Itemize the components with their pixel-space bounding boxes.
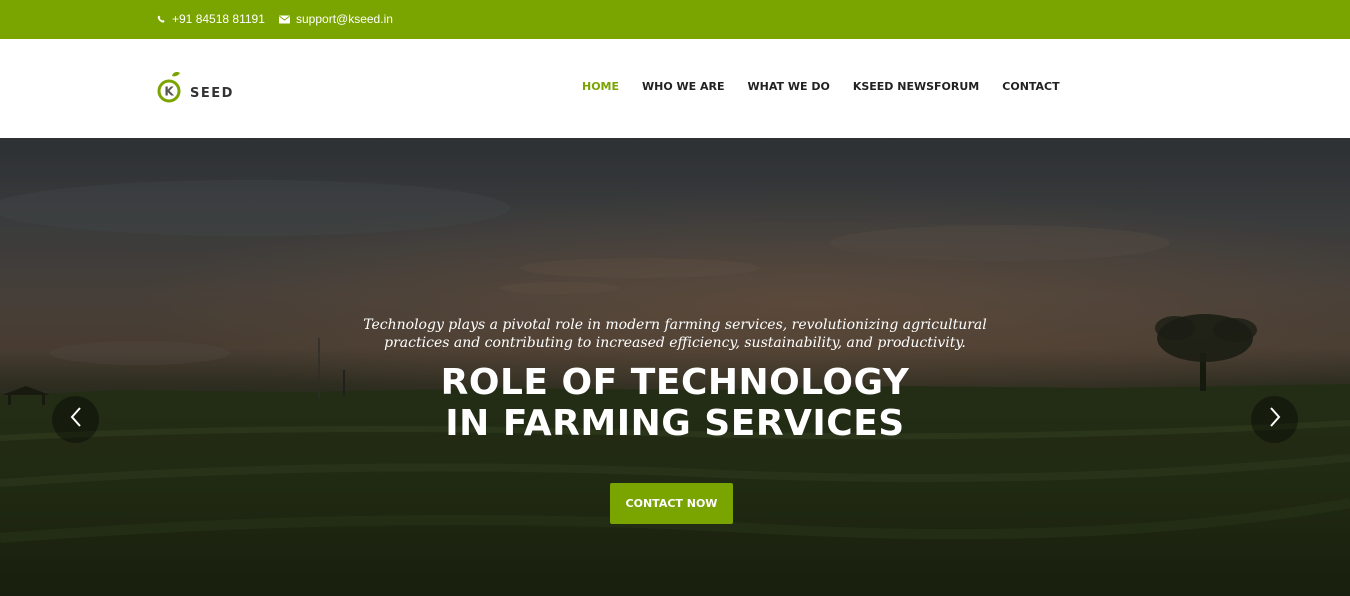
hero-headline: ROLE OF TECHNOLOGY IN FARMING SERVICES [325, 362, 1025, 444]
slider-prev-button[interactable] [52, 396, 99, 443]
slider-next-button[interactable] [1251, 396, 1298, 443]
hero-tagline-line-1: Technology plays a pivotal role in moder… [363, 317, 987, 333]
chevron-right-icon [1269, 407, 1281, 432]
nav-who-we-are[interactable]: WHO WE ARE [642, 80, 725, 93]
hero-tagline: Technology plays a pivotal role in moder… [325, 316, 1025, 352]
phone-contact[interactable]: +91 84518 81191 [157, 12, 265, 26]
hero-tagline-line-2: practices and contributing to increased … [384, 335, 966, 351]
email-address: support@kseed.in [296, 12, 393, 26]
phone-icon [157, 15, 166, 24]
hero-slider: Technology plays a pivotal role in moder… [0, 138, 1350, 596]
site-header: K SEED HOME WHO WE ARE WHAT WE DO KSEED … [0, 39, 1350, 138]
phone-number: +91 84518 81191 [172, 12, 265, 26]
nav-home[interactable]: HOME [582, 80, 619, 93]
top-contact-bar: +91 84518 81191 support@kseed.in [0, 0, 1350, 39]
logo-mark-letter: K [164, 85, 174, 99]
main-nav: HOME WHO WE ARE WHAT WE DO KSEED NEWSFOR… [582, 80, 1083, 93]
leaf-k-logo-icon: K [156, 72, 185, 109]
hero-headline-line-1: ROLE OF TECHNOLOGY [440, 362, 910, 403]
site-logo[interactable]: K SEED [156, 72, 234, 109]
logo-wordmark: SEED [190, 85, 234, 101]
contact-now-button[interactable]: CONTACT NOW [610, 483, 733, 524]
chevron-left-icon [70, 407, 82, 432]
email-contact[interactable]: support@kseed.in [279, 12, 393, 26]
nav-kseed-newsforum[interactable]: KSEED NEWSFORUM [853, 80, 979, 93]
envelope-icon [279, 15, 290, 24]
nav-contact[interactable]: CONTACT [1002, 80, 1059, 93]
nav-what-we-do[interactable]: WHAT WE DO [748, 80, 830, 93]
hero-headline-line-2: IN FARMING SERVICES [445, 403, 905, 444]
